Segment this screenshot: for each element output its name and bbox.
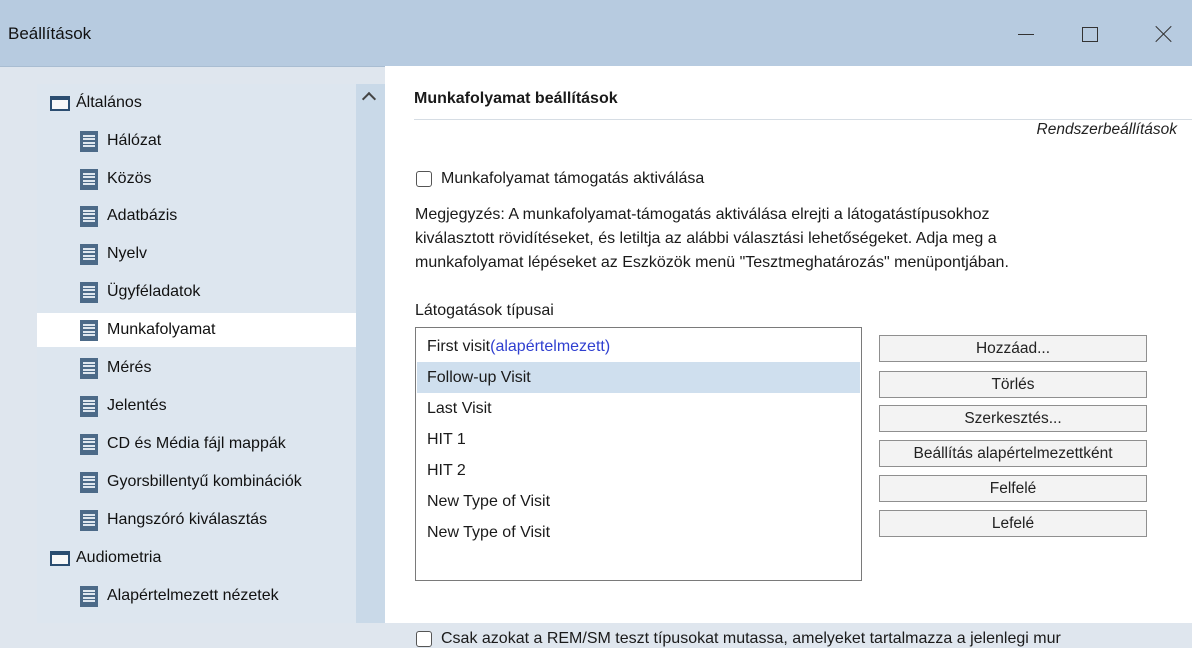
tree-item-media-mappak[interactable]: CD és Média fájl mappák [80,427,356,461]
tree-item-label: Jelentés [107,397,167,414]
move-down-button[interactable]: Lefelé [879,510,1147,537]
tree-item-label: Általános [76,94,142,111]
tree-item-label: Alapértelmezett nézetek [107,587,279,604]
note-line: munkafolyamat lépéseket az Eszközök menü… [415,254,1009,271]
visit-types-list[interactable]: First visit (alapértelmezett) Follow-up V… [415,327,862,581]
visit-type-name: HIT 1 [427,430,466,448]
section-divider [414,119,1192,120]
document-icon [80,130,98,152]
document-icon [80,509,98,531]
document-icon [80,433,98,455]
rem-sm-filter-checkbox-row[interactable]: Csak azokat a REM/SM teszt típusokat mut… [416,630,1061,648]
tree-item-label: Nyelv [107,245,148,262]
tree-item-label: Mérés [107,359,152,376]
list-item[interactable]: First visit (alapértelmezett) [417,331,860,362]
document-icon [80,585,98,607]
tree-scrollbar[interactable] [356,84,385,623]
tree-item-label: Hangszóró kiválasztás [107,511,268,528]
maximize-button[interactable] [1064,12,1116,56]
tree-item-kozos[interactable]: Közös [80,162,356,196]
document-icon [80,205,98,227]
move-up-button[interactable]: Felfelé [879,475,1147,502]
minimize-button[interactable] [1000,12,1052,56]
document-icon [80,168,98,190]
visit-type-name: First visit [427,337,491,355]
visit-type-name: HIT 2 [427,461,466,479]
list-item[interactable]: New Type of Visit [417,486,860,517]
tree-item-label: Gyorsbillentyű kombinációk [107,473,302,490]
tree-item-gyorsbillentyuk[interactable]: Gyorsbillentyű kombinációk [80,465,356,499]
tree-item-label: Munkafolyamat [107,321,216,338]
note-line: kiválasztott rövidítéseket, és letiltja … [415,230,997,247]
document-icon [80,395,98,417]
default-tag: (alapértelmezett) [490,337,611,355]
document-icon [80,243,98,265]
tree-item-audiometria[interactable]: Audiometria [50,541,350,575]
workflow-note: Megjegyzés: A munkafolyamat-támogatás ak… [415,203,1185,275]
close-button[interactable] [1138,12,1190,56]
visit-type-name: Follow-up Visit [427,368,531,386]
list-item[interactable]: HIT 1 [417,424,860,455]
tree-item-munkafolyamat[interactable]: Munkafolyamat [37,313,356,347]
edit-button[interactable]: Szerkesztés... [879,405,1147,432]
set-default-button[interactable]: Beállítás alapértelmezettként [879,440,1147,467]
delete-button[interactable]: Törlés [879,371,1147,398]
tree-item-altalanos[interactable]: Általános [50,86,350,120]
workflow-support-label: Munkafolyamat támogatás aktiválása [441,170,705,187]
list-item[interactable]: Follow-up Visit [417,362,860,393]
visit-type-name: New Type of Visit [427,492,551,510]
list-item[interactable]: Last Visit [417,393,860,424]
tree-item-label: Ügyféladatok [107,283,201,300]
maximize-icon [1082,26,1098,42]
tree-item-hangszoro[interactable]: Hangszóró kiválasztás [80,503,356,537]
chevron-up-icon[interactable] [361,91,377,107]
settings-tree: Általános Hálózat Közös Adatbázis Nyelv … [37,84,356,623]
section-title: Munkafolyamat beállítások [414,90,618,107]
document-icon [80,471,98,493]
tree-item-label: Hálózat [107,132,162,149]
workflow-support-checkbox[interactable] [416,171,432,187]
system-settings-link[interactable]: Rendszerbeállítások [1037,121,1177,139]
document-icon [80,357,98,379]
document-icon [80,281,98,303]
close-icon [1155,25,1173,43]
tree-item-label: Adatbázis [107,207,178,224]
add-button[interactable]: Hozzáad... [879,335,1147,362]
tree-item-nyelv[interactable]: Nyelv [80,237,356,271]
visit-types-label: Látogatások típusai [415,302,554,319]
tree-item-label: Audiometria [76,549,162,566]
tree-item-ugyfeladatok[interactable]: Ügyféladatok [80,275,356,309]
settings-panel: Munkafolyamat beállítások Rendszerbeállí… [385,66,1192,647]
tree-item-label: Közös [107,170,152,187]
window-title: Beállítások [8,24,92,43]
tree-item-alapertelmezett-nezetek[interactable]: Alapértelmezett nézetek [80,579,356,613]
folder-icon [50,95,70,111]
tree-item-meres[interactable]: Mérés [80,351,356,385]
tree-item-label: CD és Média fájl mappák [107,435,286,452]
rem-sm-filter-label: Csak azokat a REM/SM teszt típusokat mut… [441,630,1061,647]
title-bar: Beállítások [0,0,1192,67]
rem-sm-filter-checkbox[interactable] [416,631,432,647]
tree-item-jelentes[interactable]: Jelentés [80,389,356,423]
note-line: Megjegyzés: A munkafolyamat-támogatás ak… [415,206,990,223]
tree-item-adatbazis[interactable]: Adatbázis [80,199,356,233]
document-icon [80,319,98,341]
list-item[interactable]: New Type of Visit [417,517,860,548]
folder-icon [50,550,70,566]
tree-item-halozat[interactable]: Hálózat [80,124,356,158]
visit-type-name: Last Visit [427,399,492,417]
visit-type-name: New Type of Visit [427,523,551,541]
minimize-icon [1018,33,1034,35]
workflow-support-checkbox-row[interactable]: Munkafolyamat támogatás aktiválása [416,170,704,188]
list-item[interactable]: HIT 2 [417,455,860,486]
